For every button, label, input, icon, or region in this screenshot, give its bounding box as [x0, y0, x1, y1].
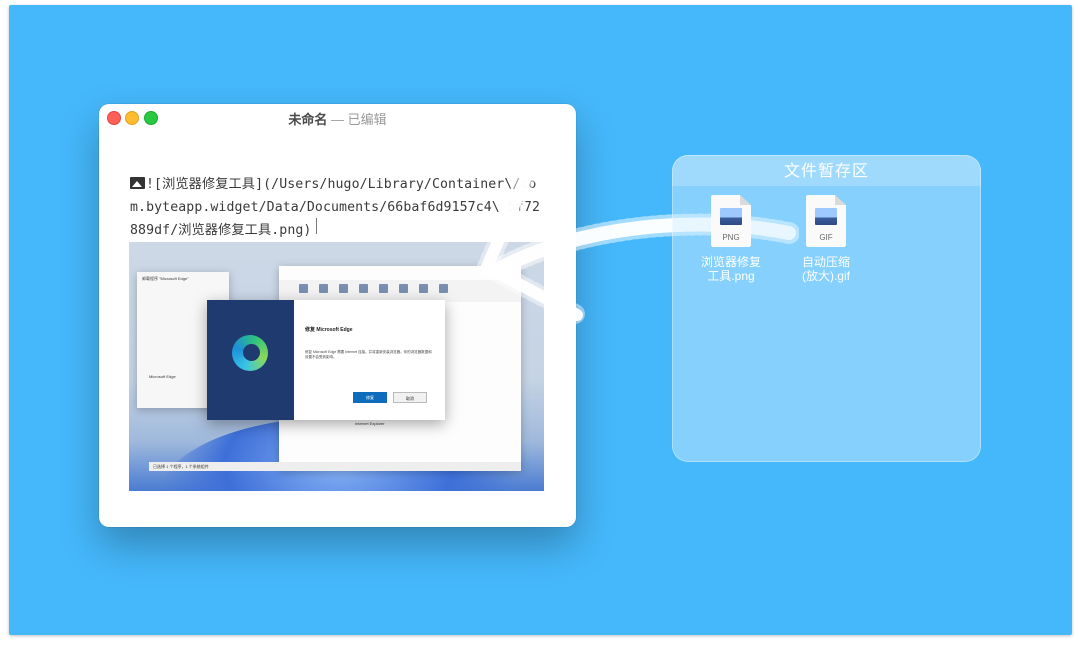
window-title: 未命名 — 已编辑 — [99, 109, 576, 128]
file-ext-label: GIF — [819, 233, 833, 242]
edge-dialog-title: 修复 Microsoft Edge — [305, 327, 353, 333]
image-icon — [130, 177, 145, 189]
explorer-statusbar: 已选择 1 个程序，1 个系统组件 — [149, 462, 521, 471]
shelf-file-png[interactable]: PNG 浏览器修复 工具.png — [686, 195, 776, 283]
toolbar-icon — [379, 284, 388, 293]
shelf-file-gif[interactable]: GIF 自动压缩 (放大).gif — [781, 195, 871, 283]
gif-file-icon: GIF — [806, 195, 846, 247]
markdown-line-3: 889df/浏览器修复工具.png) — [130, 223, 312, 238]
tree-item: Internet Explorer — [355, 421, 385, 426]
toolbar-icon — [319, 284, 328, 293]
file-ext-label: PNG — [722, 233, 740, 242]
toolbar-icon — [359, 284, 368, 293]
toolbar-icon — [419, 284, 428, 293]
desktop-canvas: 未命名 — 已编辑 ![浏览器修复工具](/Users/hugo/Library… — [9, 5, 1072, 635]
file-shelf-panel: 文件暂存区 PNG 浏览器修复 工具.png GIF 自动压缩 (放大).gif — [672, 155, 981, 462]
file-name-line: 工具.png — [707, 269, 755, 283]
window-titlebar[interactable]: 未命名 — 已编辑 — [99, 104, 576, 130]
toolbar-icon — [339, 284, 348, 293]
file-name-line: 浏览器修复 — [700, 255, 761, 269]
edge-dialog-sidebar — [207, 300, 294, 420]
edge-dialog-body: 修复 Microsoft Edge 需要 Internet 连接。并将重新安装浏… — [305, 350, 432, 359]
file-name: 自动压缩 (放大).gif — [781, 255, 871, 283]
shelf-title: 文件暂存区 — [672, 155, 981, 186]
toolbar-icon — [439, 284, 448, 293]
title-separator: — — [327, 112, 348, 127]
file-name-line: 自动压缩 — [801, 255, 850, 269]
png-file-icon: PNG — [711, 195, 751, 247]
program-window-title: 卸载程序 "Microsoft Edge" — [142, 276, 189, 281]
edited-status: 已编辑 — [347, 112, 387, 127]
edge-repair-dialog: 修复 Microsoft Edge 修复 Microsoft Edge 需要 I… — [207, 300, 445, 420]
program-window-item: Microsoft Edge — [149, 374, 176, 379]
text-cursor — [316, 218, 317, 234]
edge-cancel-button: 取消 — [393, 392, 427, 403]
file-name: 浏览器修复 工具.png — [686, 255, 776, 283]
document-name: 未命名 — [288, 112, 328, 127]
file-name-line: (放大).gif — [801, 269, 850, 283]
edge-logo-icon — [232, 335, 268, 371]
edge-repair-button: 修复 — [353, 392, 387, 403]
toolbar-icon — [299, 284, 308, 293]
toolbar-icon — [399, 284, 408, 293]
